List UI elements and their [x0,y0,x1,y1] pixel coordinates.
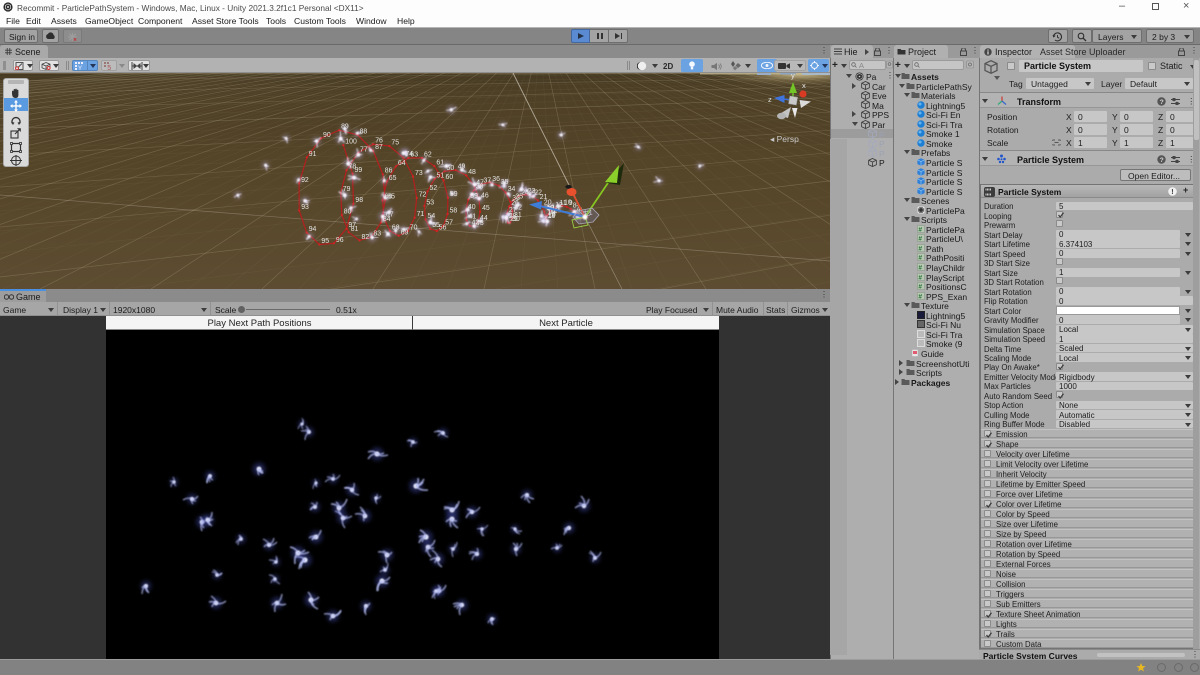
svg-text:Y: Y [78,66,82,70]
svg-text:97: 97 [348,222,356,229]
svg-text:34: 34 [508,186,516,193]
svg-text:98: 98 [355,197,363,204]
svg-text:45: 45 [482,205,490,212]
svg-text:5: 5 [107,65,111,70]
svg-text:#: # [918,236,922,243]
svg-text:83: 83 [373,231,381,238]
svg-text:69: 69 [401,229,409,236]
svg-text:82: 82 [362,234,370,241]
svg-text:x: x [802,81,806,90]
svg-text:53: 53 [426,200,434,207]
svg-text:?: ? [1160,157,1164,164]
svg-text:62: 62 [424,151,432,158]
svg-text:#: # [918,283,922,290]
svg-text:#: # [918,274,922,281]
svg-text:32: 32 [514,205,522,212]
svg-text:49: 49 [458,164,466,171]
svg-text:64: 64 [398,160,406,167]
svg-text:#: # [918,293,922,300]
svg-text:8: 8 [573,202,577,209]
svg-text:39: 39 [470,193,478,200]
svg-text:!: ! [1171,189,1173,196]
svg-text:74: 74 [405,151,413,158]
svg-text:61: 61 [436,160,444,167]
svg-text:33: 33 [512,195,520,202]
svg-text:84: 84 [383,216,391,223]
svg-text:23: 23 [528,188,536,195]
svg-text:58: 58 [450,208,458,215]
svg-text:?: ? [1160,99,1164,106]
svg-text:#: # [918,264,922,271]
svg-text:94: 94 [309,226,317,233]
svg-text:87: 87 [375,144,383,151]
svg-text:72: 72 [419,192,427,199]
svg-text:100: 100 [345,139,357,146]
svg-text:◂ Persp: ◂ Persp [770,134,799,144]
svg-text:47: 47 [476,179,484,186]
svg-text:79: 79 [343,186,351,193]
svg-text:59: 59 [450,191,458,198]
svg-text:35: 35 [501,179,509,186]
svg-text:54: 54 [428,213,436,220]
svg-text:44: 44 [480,215,488,222]
svg-text:89: 89 [341,124,349,131]
svg-text:60: 60 [446,174,454,181]
svg-text:68: 68 [392,224,400,231]
svg-text:95: 95 [321,238,329,245]
svg-text:70: 70 [410,225,418,232]
svg-text:#: # [918,226,922,233]
svg-text:88: 88 [360,128,368,135]
svg-text:36: 36 [492,176,500,183]
svg-text:46: 46 [481,192,489,199]
svg-text:90: 90 [323,132,331,139]
svg-text:91: 91 [309,151,317,158]
svg-text:#: # [918,245,922,252]
svg-text:73: 73 [415,170,423,177]
svg-text:75: 75 [391,140,399,147]
svg-text:92: 92 [301,177,309,184]
svg-text:51: 51 [437,172,445,179]
svg-text:86: 86 [385,168,393,175]
svg-text:99: 99 [355,167,363,174]
svg-text:z: z [768,95,772,104]
svg-text:85: 85 [387,194,395,201]
svg-text:50: 50 [447,165,455,172]
svg-text:37: 37 [484,178,492,185]
svg-text:57: 57 [445,219,453,226]
svg-text:48: 48 [468,169,476,176]
svg-text:80: 80 [344,209,352,216]
svg-text:40: 40 [468,204,476,211]
svg-text:71: 71 [417,211,425,218]
svg-text:#: # [918,255,922,262]
svg-text:65: 65 [389,175,397,182]
svg-text:96: 96 [336,237,344,244]
svg-text:93: 93 [301,204,309,211]
svg-text:77: 77 [360,146,368,153]
svg-text:52: 52 [430,185,438,192]
svg-text:31: 31 [514,212,522,219]
svg-text:y: y [791,73,795,80]
